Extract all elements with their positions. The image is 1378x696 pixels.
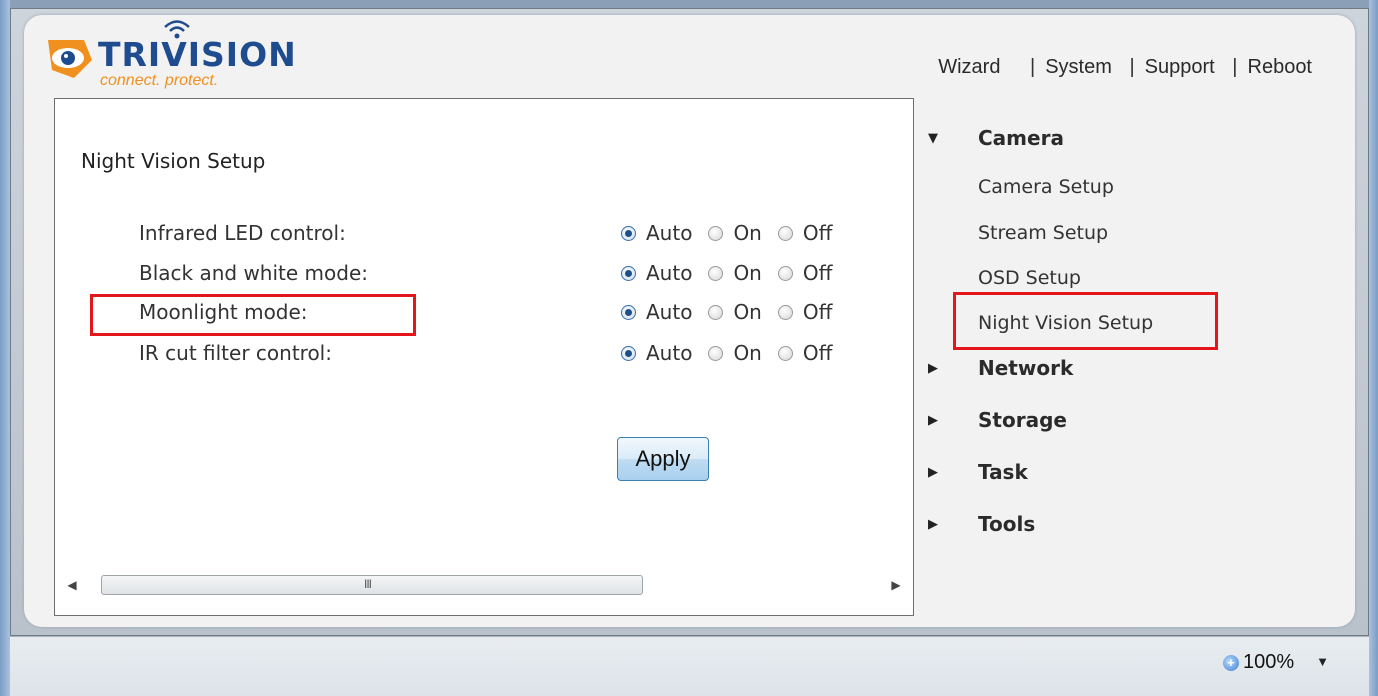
option-label: Auto [646, 221, 693, 245]
ir-cut-filter-options: Auto On Off [621, 341, 832, 369]
radio-off[interactable] [777, 226, 793, 241]
status-bar: +100% ▼ [10, 636, 1369, 696]
window-top-edge [10, 0, 1369, 8]
nav-separator: | [1129, 56, 1135, 78]
logo-brand-text: TRIVISION [98, 35, 297, 74]
collapsed-triangle-icon: ▶ [928, 361, 938, 376]
option-label: Auto [646, 300, 693, 324]
radio-auto[interactable] [621, 266, 636, 281]
option-label: On [733, 261, 762, 285]
nav-wizard-link[interactable]: Wizard [938, 56, 1000, 79]
option-label: Auto [646, 261, 693, 285]
zoom-control[interactable]: +100% ▼ [1222, 651, 1329, 674]
collapsed-triangle-icon: ▶ [928, 517, 938, 532]
setting-label: IR cut filter control: [139, 341, 332, 365]
logo-tagline: connect. protect. [100, 72, 219, 89]
nav-item-stream-setup[interactable]: Stream Setup [978, 222, 1108, 244]
radio-on[interactable] [708, 305, 724, 320]
nav-section-task[interactable]: ▶ Task [928, 460, 1028, 484]
option-label: Auto [646, 341, 693, 365]
eye-logo-icon [48, 40, 92, 78]
setting-label: Black and white mode: [139, 261, 369, 285]
highlight-box-night-vision [953, 292, 1218, 350]
expanded-triangle-icon: ▼ [928, 131, 938, 146]
nav-section-network[interactable]: ▶ Network [928, 356, 1073, 380]
horizontal-scrollbar[interactable]: ◀ III ▶ [61, 573, 907, 597]
black-white-mode-options: Auto On Off [621, 261, 832, 289]
option-label: On [733, 341, 762, 365]
window-right-edge [1369, 0, 1378, 696]
radio-on[interactable] [708, 226, 724, 241]
apply-button[interactable]: Apply [617, 437, 709, 481]
radio-auto[interactable] [621, 305, 636, 320]
nav-section-camera[interactable]: ▼ Camera [928, 126, 1064, 150]
radio-auto[interactable] [621, 226, 636, 241]
highlight-box-moonlight [90, 294, 416, 336]
radio-off[interactable] [777, 266, 793, 281]
settings-frame: Night Vision Setup Infrared LED control:… [54, 98, 914, 616]
radio-off[interactable] [777, 346, 793, 361]
zoom-dropdown-icon[interactable]: ▼ [1316, 654, 1329, 669]
scroll-left-icon[interactable]: ◀ [61, 573, 83, 597]
nav-item-osd-setup[interactable]: OSD Setup [978, 267, 1081, 289]
nav-system-link[interactable]: System [1045, 56, 1112, 79]
zoom-icon: + [1222, 655, 1239, 671]
option-label: On [733, 300, 762, 324]
nav-section-tools[interactable]: ▶ Tools [928, 512, 1035, 536]
nav-separator: | [1030, 56, 1036, 78]
radio-auto[interactable] [621, 346, 636, 361]
scrollbar-thumb[interactable]: III [101, 575, 643, 595]
option-label: Off [802, 261, 833, 285]
option-label: On [733, 221, 762, 245]
nav-support-link[interactable]: Support [1145, 56, 1215, 79]
moonlight-mode-options: Auto On Off [621, 300, 832, 328]
setting-label: Infrared LED control: [139, 221, 346, 245]
scroll-grip: III [364, 577, 372, 591]
collapsed-triangle-icon: ▶ [928, 413, 938, 428]
nav-separator: | [1232, 56, 1238, 78]
collapsed-triangle-icon: ▶ [928, 465, 938, 480]
nav-item-camera-setup[interactable]: Camera Setup [978, 176, 1114, 198]
option-label: Off [802, 341, 833, 365]
infrared-led-options: Auto On Off [621, 221, 832, 249]
trivision-logo: TRIVISION connect. protect. [44, 20, 314, 94]
zoom-level: 100% [1242, 651, 1295, 673]
nav-section-storage[interactable]: ▶ Storage [928, 408, 1067, 432]
radio-on[interactable] [708, 266, 724, 281]
window-left-edge [0, 0, 10, 696]
radio-off[interactable] [777, 305, 793, 320]
option-label: Off [802, 221, 833, 245]
option-label: Off [802, 300, 833, 324]
nav-reboot-link[interactable]: Reboot [1248, 56, 1313, 79]
scroll-right-icon[interactable]: ▶ [885, 573, 907, 597]
page-title: Night Vision Setup [81, 149, 266, 173]
radio-on[interactable] [708, 346, 724, 361]
top-navigation: Wizard | System | Support | Reboot [938, 56, 1312, 79]
